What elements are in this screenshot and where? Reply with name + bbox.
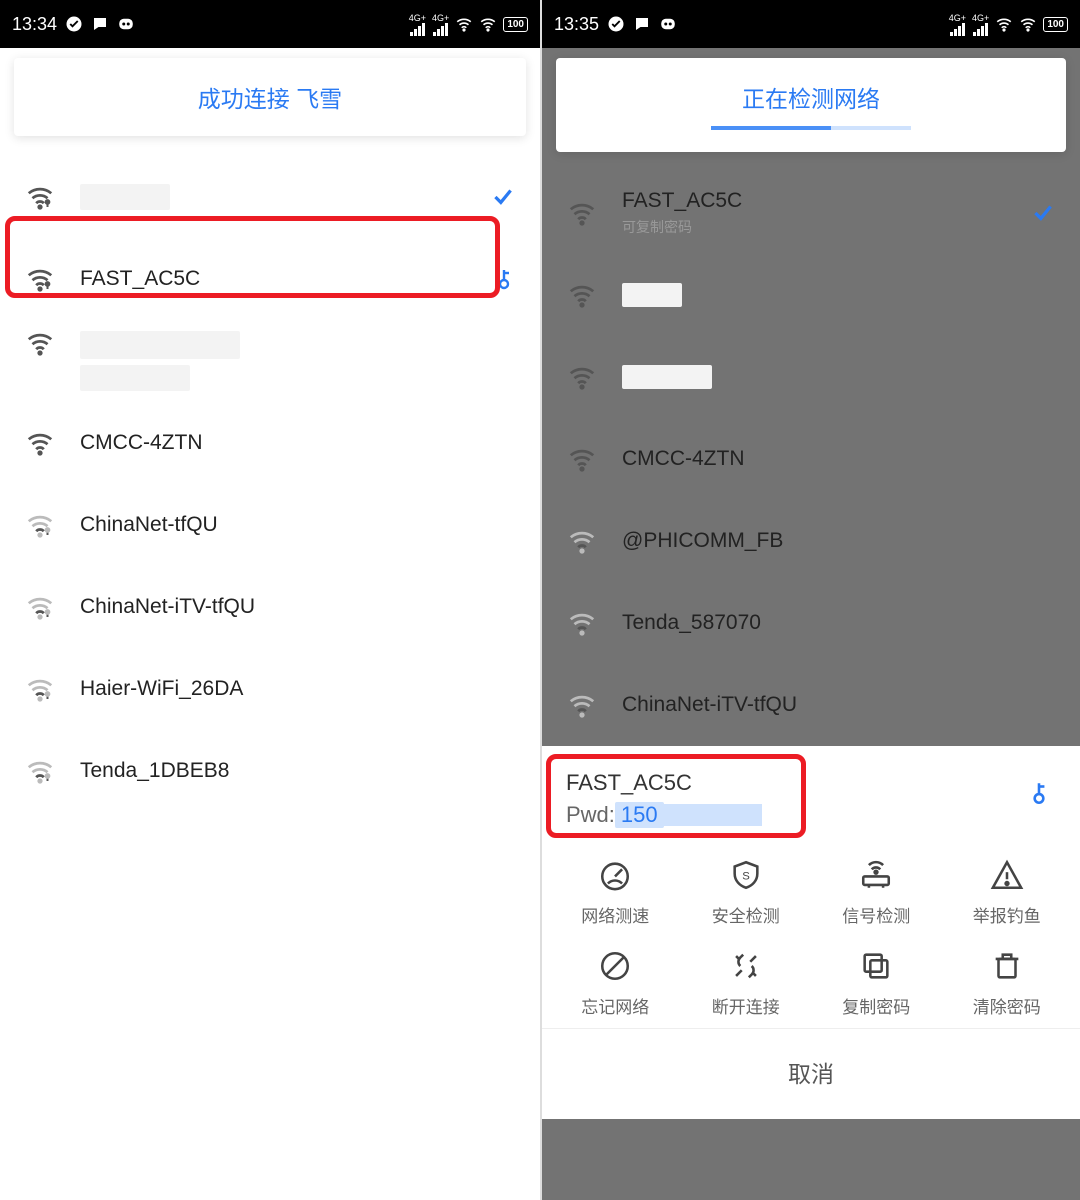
status-time: 13:34 <box>12 14 57 35</box>
battery-icon: 100 <box>1043 17 1068 32</box>
annotation-highlight <box>5 216 500 298</box>
action-report-phishing[interactable]: 举报钓鱼 <box>942 858 1073 927</box>
wifi-icon <box>455 15 473 33</box>
action-copy-password[interactable]: 复制密码 <box>811 949 942 1018</box>
status-time: 13:35 <box>554 14 599 35</box>
wifi-row[interactable]: @PHICOMM_FB <box>542 500 1080 582</box>
wifi-icon <box>479 15 497 33</box>
status-bar: 13:34 4G+ 4G+ 100 <box>0 0 540 48</box>
signal-bars-icon <box>950 23 965 36</box>
wifi-ssid: CMCC-4ZTN <box>80 431 516 455</box>
wifi-row[interactable]: ChinaNet-iTV-tfQU <box>542 664 1080 746</box>
redacted-ssid <box>622 365 712 389</box>
wifi-ssid: @PHICOMM_FB <box>622 529 1056 553</box>
wifi-signal-icon <box>24 674 56 704</box>
trash-icon <box>990 949 1024 983</box>
wifi-ssid: Tenda_1DBEB8 <box>80 759 516 783</box>
shield-icon: S <box>729 858 763 892</box>
wifi-ssid: ChinaNet-tfQU <box>80 513 516 537</box>
connection-banner: 正在检测网络 <box>556 58 1066 152</box>
wifi-signal-icon <box>566 444 598 474</box>
redacted-ssid <box>80 184 170 210</box>
signal-bars-icon <box>410 23 425 36</box>
sim1-label: 4G+ <box>949 13 966 23</box>
unlink-icon <box>729 949 763 983</box>
router-icon <box>859 858 893 892</box>
wifi-ssid: ChinaNet-iTV-tfQU <box>622 693 1056 717</box>
status-bar: 13:35 4G+ 4G+ 100 <box>542 0 1080 48</box>
redacted-ssid <box>80 331 240 359</box>
connected-check-icon <box>1030 200 1056 226</box>
chat-bubble-icon <box>633 15 651 33</box>
chat-bubble-icon <box>91 15 109 33</box>
check-circle-icon <box>607 15 625 33</box>
signal-bars-icon <box>973 23 988 36</box>
network-detail-sheet: FAST_AC5C Pwd: 150 网络测速 S 安全检测 <box>542 746 1080 1119</box>
sim1-label: 4G+ <box>409 13 426 23</box>
wifi-ssid: FAST_AC5C <box>622 189 1030 213</box>
action-speed-test[interactable]: 网络测速 <box>550 858 681 927</box>
wifi-signal-icon <box>24 182 56 212</box>
gauge-icon <box>598 858 632 892</box>
wifi-row[interactable]: ChinaNet-tfQU <box>0 484 540 566</box>
cancel-button[interactable]: 取消 <box>542 1028 1080 1119</box>
panda-icon <box>659 15 677 33</box>
wifi-list: FAST_AC5C 可复制密码 <box>542 172 1080 746</box>
action-clear-password[interactable]: 清除密码 <box>942 949 1073 1018</box>
wifi-signal-icon <box>566 362 598 392</box>
redacted-ssid <box>80 365 190 391</box>
wifi-signal-icon <box>24 756 56 786</box>
wifi-row[interactable]: CMCC-4ZTN <box>542 418 1080 500</box>
wifi-row[interactable]: FAST_AC5C 可复制密码 <box>542 172 1080 254</box>
key-icon <box>1026 780 1052 811</box>
redacted-ssid <box>622 283 682 307</box>
wifi-icon <box>995 15 1013 33</box>
wifi-signal-icon <box>24 510 56 540</box>
wifi-row[interactable]: ChinaNet-iTV-tfQU <box>0 566 540 648</box>
action-signal-check[interactable]: 信号检测 <box>811 858 942 927</box>
wifi-signal-icon <box>566 526 598 556</box>
action-grid: 网络测速 S 安全检测 信号检测 举报钓鱼 忘记网络 <box>542 844 1080 1028</box>
wifi-ssid: ChinaNet-iTV-tfQU <box>80 595 516 619</box>
copy-icon <box>859 949 893 983</box>
sim2-label: 4G+ <box>432 13 449 23</box>
ban-icon <box>598 949 632 983</box>
panda-icon <box>117 15 135 33</box>
alert-triangle-icon <box>990 858 1024 892</box>
wifi-icon <box>1019 15 1037 33</box>
wifi-ssid: Haier-WiFi_26DA <box>80 677 516 701</box>
action-forget-network[interactable]: 忘记网络 <box>550 949 681 1018</box>
svg-text:S: S <box>742 870 750 882</box>
wifi-row[interactable]: Haier-WiFi_26DA <box>0 648 540 730</box>
wifi-row[interactable] <box>542 336 1080 418</box>
wifi-subtitle: 可复制密码 <box>622 217 1030 237</box>
check-circle-icon <box>65 15 83 33</box>
signal-bars-icon <box>433 23 448 36</box>
wifi-signal-icon <box>24 428 56 458</box>
connected-check-icon <box>490 184 516 210</box>
battery-icon: 100 <box>503 17 528 32</box>
wifi-signal-icon <box>24 328 56 358</box>
wifi-ssid: Tenda_587070 <box>622 611 1056 635</box>
wifi-signal-icon <box>566 608 598 638</box>
loading-bar <box>711 126 911 130</box>
wifi-signal-icon <box>566 280 598 310</box>
wifi-signal-icon <box>24 592 56 622</box>
action-security-check[interactable]: S 安全检测 <box>681 858 812 927</box>
connection-banner: 成功连接 飞雪 <box>14 58 526 136</box>
wifi-row[interactable]: Tenda_587070 <box>542 582 1080 664</box>
wifi-row[interactable] <box>0 320 540 402</box>
wifi-row[interactable]: CMCC-4ZTN <box>0 402 540 484</box>
sim2-label: 4G+ <box>972 13 989 23</box>
wifi-signal-icon <box>566 690 598 720</box>
wifi-row[interactable]: Tenda_1DBEB8 <box>0 730 540 812</box>
wifi-row[interactable] <box>542 254 1080 336</box>
action-disconnect[interactable]: 断开连接 <box>681 949 812 1018</box>
annotation-highlight <box>546 754 806 838</box>
wifi-signal-icon <box>566 198 598 228</box>
wifi-ssid: CMCC-4ZTN <box>622 447 1056 471</box>
